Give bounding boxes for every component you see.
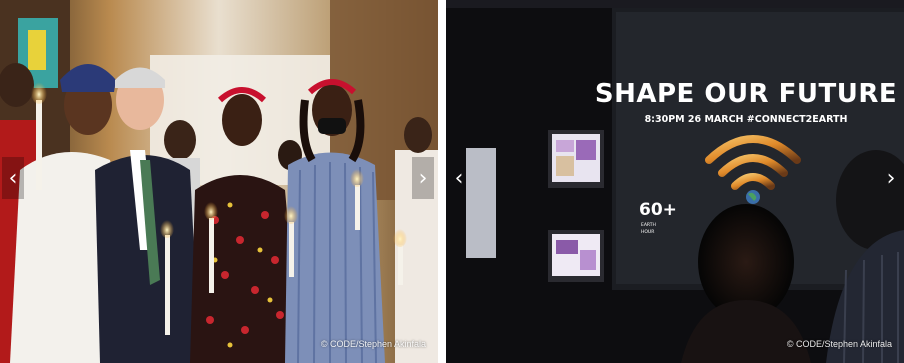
photo-credit: © CODE/Stephen Akinfala — [786, 339, 892, 349]
previous-slide-button[interactable]: ‹ — [448, 157, 470, 199]
photo-slide-projection: SHAPE OUR FUTURE 8:30PM 26 MARCH #CONNEC… — [446, 0, 904, 363]
logo-line1: EARTH — [641, 222, 656, 228]
chevron-left-icon: ‹ — [8, 165, 18, 191]
logo-number: 60+ — [639, 200, 677, 220]
photo-credit: © CODE/Stephen Akinfala — [320, 339, 426, 349]
screen-subtitle: 8:30PM 26 MARCH #CONNECT2EARTH — [645, 114, 848, 125]
chevron-left-icon: ‹ — [454, 165, 464, 191]
chevron-right-icon: › — [418, 165, 428, 191]
screen-title: SHAPE OUR FUTURE — [595, 79, 897, 109]
photo-slide-candlelight: © CODE/Stephen Akinfala ‹ › — [0, 0, 438, 363]
candlelight-photo — [0, 0, 438, 363]
previous-slide-button[interactable]: ‹ — [2, 157, 24, 199]
projection-photo: SHAPE OUR FUTURE 8:30PM 26 MARCH #CONNEC… — [446, 0, 904, 363]
next-slide-button[interactable]: › — [880, 157, 902, 199]
chevron-right-icon: › — [886, 165, 896, 191]
next-slide-button[interactable]: › — [412, 157, 434, 199]
logo-line2: HOUR — [641, 229, 654, 235]
